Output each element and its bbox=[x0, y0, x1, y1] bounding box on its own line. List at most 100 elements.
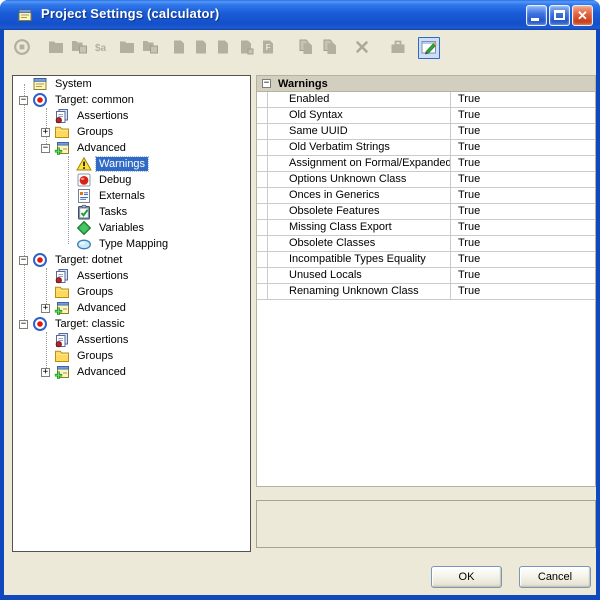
toolbar-button-folder-icon[interactable] bbox=[45, 37, 67, 59]
grid-property-value[interactable]: True bbox=[451, 284, 595, 299]
toolbar-button-document-mark-icon[interactable] bbox=[235, 37, 257, 59]
externals-icon bbox=[76, 188, 92, 204]
tree-item-advanced[interactable]: −Advanced bbox=[13, 140, 250, 156]
grid-property-value[interactable]: True bbox=[451, 252, 595, 267]
toolbar-button-edit-icon[interactable] bbox=[418, 37, 440, 59]
tree-expand-slot bbox=[63, 188, 76, 204]
grid-property-value[interactable]: True bbox=[451, 124, 595, 139]
toolbar-button-documents-icon[interactable] bbox=[295, 37, 317, 59]
grid-property-value[interactable]: True bbox=[451, 172, 595, 187]
expand-icon[interactable]: + bbox=[41, 368, 50, 377]
grid-row-onces-in-generics[interactable]: Onces in GenericsTrue bbox=[257, 188, 595, 204]
tree-item-assertions[interactable]: Assertions bbox=[13, 268, 250, 284]
grid-property-value[interactable]: True bbox=[451, 204, 595, 219]
tree-expand-slot: + bbox=[41, 364, 54, 380]
tree-item-advanced[interactable]: +Advanced bbox=[13, 364, 250, 380]
tree-item-groups[interactable]: + Groups bbox=[13, 124, 250, 140]
package-icon bbox=[389, 38, 407, 59]
toolbar-button-folder-overlay-icon[interactable] bbox=[68, 37, 90, 59]
toolbar-button-document-icon[interactable] bbox=[168, 37, 190, 59]
tree-item-label: Assertions bbox=[74, 109, 131, 123]
grid-row-gutter bbox=[257, 108, 268, 123]
tree-item-advanced[interactable]: +Advanced bbox=[13, 300, 250, 316]
grid-property-name: Old Verbatim Strings bbox=[268, 140, 451, 155]
close-icon[interactable]: ✕ bbox=[572, 5, 593, 26]
toolbar-button-delete-icon[interactable] bbox=[351, 37, 373, 59]
grid-property-value[interactable]: True bbox=[451, 108, 595, 123]
toolbar-button-folder-icon[interactable] bbox=[116, 37, 138, 59]
grid-property-value[interactable]: True bbox=[451, 92, 595, 107]
tree-item-target-common[interactable]: −Target: common bbox=[13, 92, 250, 108]
collapse-icon[interactable]: − bbox=[41, 144, 50, 153]
toolbar-button-document-icon[interactable] bbox=[190, 37, 212, 59]
grid-row-obsolete-features[interactable]: Obsolete FeaturesTrue bbox=[257, 204, 595, 220]
grid-row-unused-locals[interactable]: Unused LocalsTrue bbox=[257, 268, 595, 284]
collapse-icon[interactable]: − bbox=[262, 79, 271, 88]
grid-property-value[interactable]: True bbox=[451, 140, 595, 155]
toolbar-button-rename-icon[interactable]: $a bbox=[92, 37, 114, 59]
tree-expand-slot bbox=[41, 348, 54, 364]
grid-row-same-uuid[interactable]: Same UUIDTrue bbox=[257, 124, 595, 140]
grid-row-renaming-unknown-class[interactable]: Renaming Unknown ClassTrue bbox=[257, 284, 595, 300]
collapse-icon[interactable]: − bbox=[19, 96, 28, 105]
tree-item-label: Groups bbox=[74, 285, 116, 299]
toolbar-button-disc-icon[interactable] bbox=[11, 37, 33, 59]
toolbar-button-package-icon[interactable] bbox=[387, 37, 409, 59]
tree-item-debug[interactable]: Debug bbox=[13, 172, 250, 188]
grid-property-value[interactable]: True bbox=[451, 236, 595, 251]
expand-icon[interactable]: + bbox=[41, 128, 50, 137]
toolbar-button-document-f-icon[interactable]: F bbox=[257, 37, 279, 59]
grid-section-title: Warnings bbox=[278, 78, 328, 90]
tree-item-tasks[interactable]: Tasks bbox=[13, 204, 250, 220]
grid-row-old-verbatim-strings[interactable]: Old Verbatim StringsTrue bbox=[257, 140, 595, 156]
grid-property-value[interactable]: True bbox=[451, 188, 595, 203]
tree-item-assertions[interactable]: Assertions bbox=[13, 108, 250, 124]
tree-item-warnings[interactable]: Warnings bbox=[13, 156, 250, 172]
tree-item-label: Assertions bbox=[74, 333, 131, 347]
tree-item-type-mapping[interactable]: Type Mapping bbox=[13, 236, 250, 252]
grid-row-obsolete-classes[interactable]: Obsolete ClassesTrue bbox=[257, 236, 595, 252]
grid-row-old-syntax[interactable]: Old SyntaxTrue bbox=[257, 108, 595, 124]
grid-section-header[interactable]: − Warnings bbox=[257, 76, 595, 92]
collapse-icon[interactable]: − bbox=[19, 256, 28, 265]
toolbar-button-folder-overlay-icon[interactable] bbox=[139, 37, 161, 59]
grid-property-value[interactable]: True bbox=[451, 156, 595, 171]
grid-property-value[interactable]: True bbox=[451, 268, 595, 283]
target-icon bbox=[32, 252, 48, 268]
tree-item-assertions[interactable]: Assertions bbox=[13, 332, 250, 348]
grid-row-options-unknown-class[interactable]: Options Unknown ClassTrue bbox=[257, 172, 595, 188]
grid-row-incompatible-types-equality[interactable]: Incompatible Types EqualityTrue bbox=[257, 252, 595, 268]
tree-item-groups[interactable]: Groups bbox=[13, 284, 250, 300]
grid-row-missing-class-export[interactable]: Missing Class ExportTrue bbox=[257, 220, 595, 236]
tasks-icon bbox=[76, 204, 92, 220]
tree-item-label: Warnings bbox=[96, 157, 148, 171]
cancel-button[interactable]: Cancel bbox=[519, 566, 591, 588]
tree-expand-slot: + bbox=[41, 124, 54, 140]
tree-item-label: Groups bbox=[74, 349, 116, 363]
toolbar-button-document-icon[interactable] bbox=[212, 37, 234, 59]
tree-item-variables[interactable]: Variables bbox=[13, 220, 250, 236]
ok-button[interactable]: OK bbox=[431, 566, 502, 588]
toolbar-button-documents-icon[interactable] bbox=[319, 37, 341, 59]
tree-item-target-dotnet[interactable]: −Target: dotnet bbox=[13, 252, 250, 268]
maximize-icon[interactable] bbox=[549, 5, 570, 26]
tree-item-groups[interactable]: Groups bbox=[13, 348, 250, 364]
grid-row-gutter bbox=[257, 236, 268, 251]
titlebar[interactable]: Project Settings (calculator) ✕ bbox=[0, 0, 600, 30]
grid-property-value[interactable]: True bbox=[451, 220, 595, 235]
documents-icon bbox=[297, 38, 315, 59]
tree-item-externals[interactable]: Externals bbox=[13, 188, 250, 204]
project-settings-window: Project Settings (calculator) ✕ $a F Syst… bbox=[0, 0, 600, 600]
svg-text:$a: $a bbox=[95, 43, 107, 54]
minimize-icon[interactable] bbox=[526, 5, 547, 26]
window-icon bbox=[17, 7, 34, 23]
expand-icon[interactable]: + bbox=[41, 304, 50, 313]
tree-item-target-classic[interactable]: −Target: classic bbox=[13, 316, 250, 332]
grid-row-enabled[interactable]: EnabledTrue bbox=[257, 92, 595, 108]
assertions-icon bbox=[54, 332, 70, 348]
tree-item-label: Groups bbox=[74, 125, 116, 139]
grid-row-assignment-on-formal-expanded[interactable]: Assignment on Formal/ExpandedTrue bbox=[257, 156, 595, 172]
tree-item-system[interactable]: System bbox=[13, 76, 250, 92]
collapse-icon[interactable]: − bbox=[19, 320, 28, 329]
folder-icon bbox=[54, 124, 70, 140]
